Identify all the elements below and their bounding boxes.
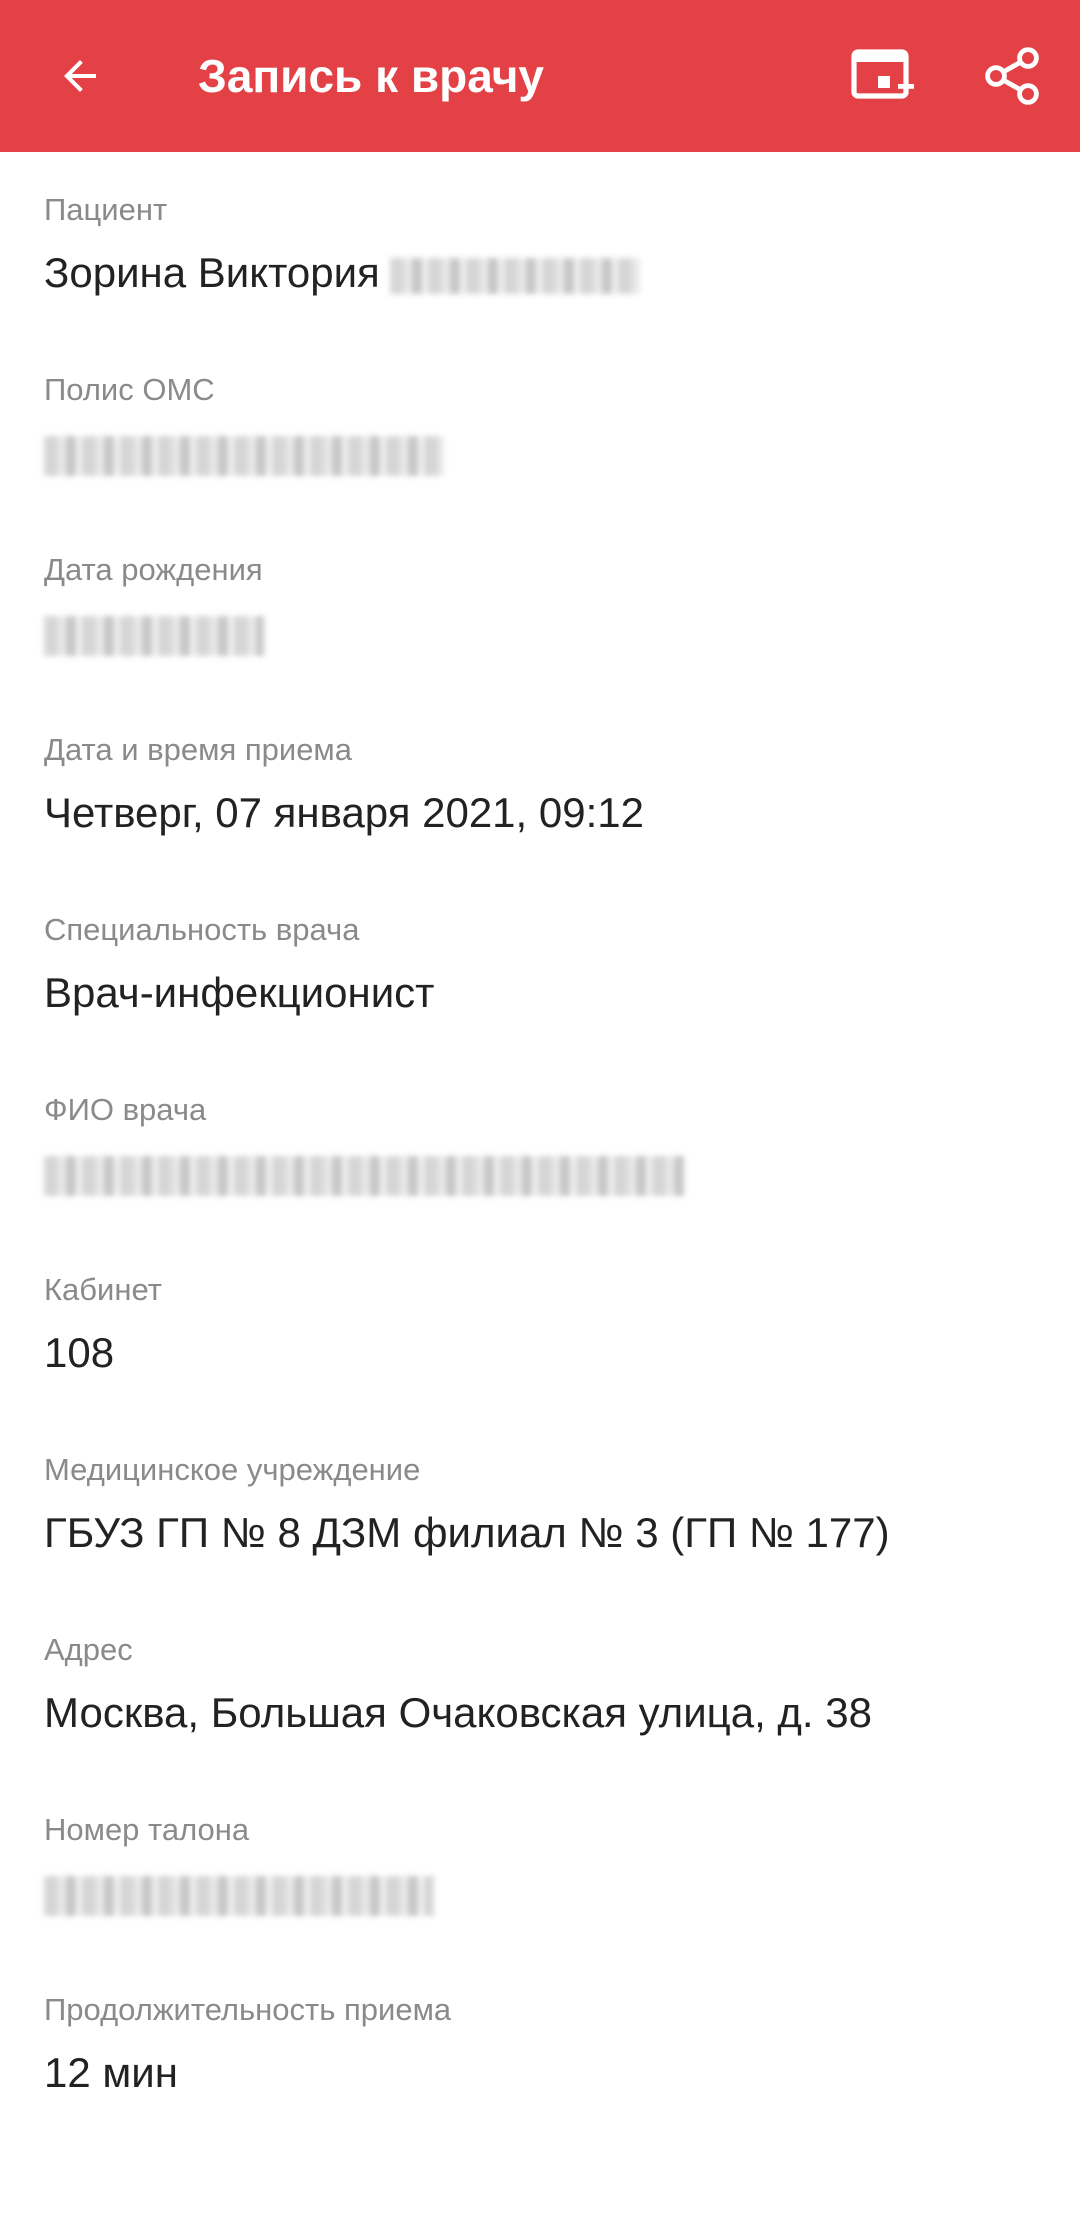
app-bar: Запись к врачу [0,0,1080,152]
field-doctor-name: ФИО врача [44,1090,1044,1198]
arrow-left-icon [64,60,96,92]
field-duration: Продолжительность приема 12 мин [44,1990,1044,2098]
field-label: Дата рождения [44,552,263,587]
field-office: Кабинет 108 [44,1270,1044,1378]
back-button[interactable] [52,48,108,104]
field-label: Номер талона [44,1812,250,1847]
field-value [44,428,1044,478]
add-to-calendar-button[interactable] [846,44,918,108]
field-value [44,1148,1044,1198]
field-value: Четверг, 07 января 2021, 09:12 [44,789,644,836]
calendar-add-icon [851,49,914,99]
field-value: Врач-инфекционист [44,969,435,1016]
field-value: 12 мин [44,2049,178,2096]
field-appointment-datetime: Дата и время приема Четверг, 07 января 2… [44,730,1044,838]
field-value: 108 [44,1329,115,1376]
field-policy: Полис ОМС [44,370,1044,478]
share-button[interactable] [976,40,1048,112]
redacted-patronymic [389,257,640,294]
field-label: Медицинское учреждение [44,1452,421,1487]
field-label: Продолжительность приема [44,1992,452,2027]
field-value: Зорина Виктория [44,248,1044,298]
redacted-ticket-number [44,1875,434,1916]
field-label: Адрес [44,1632,133,1667]
field-label: ФИО врача [44,1092,207,1127]
field-label: Пациент [44,192,168,227]
share-icon [985,47,1039,105]
redacted-doctor-name [44,1155,684,1196]
field-label: Специальность врача [44,912,360,947]
field-value: Москва, Большая Очаковская улица, д. 38 [44,1689,872,1736]
field-value [44,608,1044,658]
redacted-birth-date [44,615,264,656]
field-value: ГБУЗ ГП № 8 ДЗМ филиал № 3 (ГП № 177) [44,1509,890,1556]
field-address: Адрес Москва, Большая Очаковская улица, … [44,1630,1044,1738]
field-birth-date: Дата рождения [44,550,1044,658]
field-specialty: Специальность врача Врач-инфекционист [44,910,1044,1018]
field-patient: Пациент Зорина Виктория [44,190,1044,298]
field-value [44,1868,1044,1918]
patient-name: Зорина Виктория [44,249,380,296]
field-ticket-number: Номер талона [44,1810,1044,1918]
page-title: Запись к врачу [198,50,545,102]
field-institution: Медицинское учреждение ГБУЗ ГП № 8 ДЗМ ф… [44,1450,1044,1558]
redacted-policy-number [44,435,444,476]
field-label: Дата и время приема [44,732,352,767]
field-label: Полис ОМС [44,372,215,407]
field-label: Кабинет [44,1272,162,1307]
